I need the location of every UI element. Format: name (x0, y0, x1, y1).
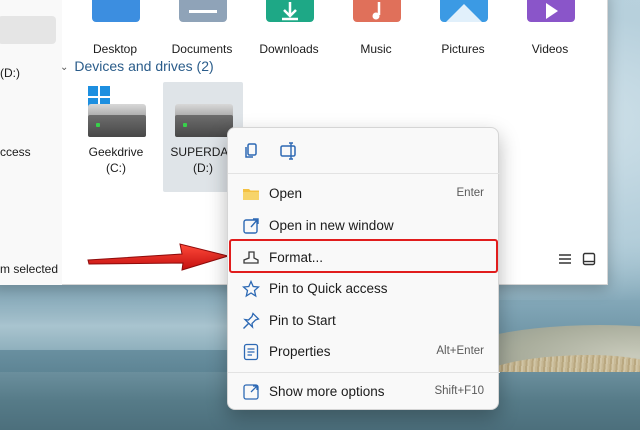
drive-c[interactable]: Geekdrive (C:) (76, 82, 156, 192)
view-toggle (552, 250, 596, 266)
devices-and-drives-header[interactable]: ⌄ Devices and drives (2) (60, 58, 214, 78)
menu-item-label: Show more options (269, 384, 385, 399)
menu-item-label: Open in new window (269, 218, 394, 233)
downloads-folder-icon (266, 0, 314, 22)
menu-item-label: Pin to Start (269, 313, 336, 328)
folder-documents[interactable]: Documents (159, 0, 245, 60)
folder-pictures[interactable]: Pictures (420, 0, 506, 60)
folder-label: Documents (171, 42, 233, 56)
nav-item-quick-access[interactable]: ccess (0, 145, 31, 159)
desktop-folder-icon (92, 0, 140, 22)
menu-item-label: Properties (269, 344, 331, 359)
menu-item-shortcut: Shift+F10 (434, 385, 484, 397)
chevron-down-icon: ⌄ (60, 62, 69, 73)
details-view-icon[interactable] (558, 252, 572, 266)
star-pin-icon (241, 279, 261, 298)
hard-drive-icon (88, 115, 146, 137)
folder-downloads[interactable]: Downloads (246, 0, 332, 60)
folder-music[interactable]: Music (333, 0, 419, 60)
pin-icon (242, 312, 260, 330)
drive-name: Geekdrive (88, 145, 144, 159)
copy-icon[interactable] (240, 140, 262, 162)
drive-letter: (C:) (106, 161, 126, 175)
folder-label: Pictures (441, 42, 485, 56)
wallpaper-shore (0, 290, 240, 350)
menu-item-shortcut: Enter (456, 187, 485, 199)
properties-icon (242, 343, 260, 361)
documents-folder-icon (179, 0, 227, 22)
folder-label: Downloads (259, 42, 319, 56)
folder-label: Videos (531, 42, 569, 56)
menu-item-label: Open (269, 186, 303, 201)
folder-label: Desktop (92, 42, 138, 56)
menu-item-properties[interactable]: Properties Alt+Enter (232, 337, 494, 367)
pictures-folder-icon (440, 0, 488, 22)
folder-desktop[interactable]: Desktop (72, 0, 158, 60)
hard-drive-icon (175, 115, 233, 137)
menu-divider (228, 372, 500, 373)
menu-divider (228, 173, 500, 174)
menu-item-shortcut: Alt+Enter (436, 345, 484, 357)
red-arrow-annotation (87, 243, 230, 271)
music-folder-icon (353, 0, 401, 22)
status-bar-text: m selected (0, 262, 59, 276)
section-header-label: Devices and drives (2) (74, 58, 214, 74)
nav-selected-item[interactable] (0, 16, 56, 44)
large-icons-view-icon[interactable] (582, 252, 596, 266)
menu-item-open-new-window[interactable]: Open in new window (232, 211, 494, 241)
videos-folder-icon (527, 0, 575, 22)
folder-videos[interactable]: Videos (507, 0, 593, 60)
rename-icon[interactable] (278, 140, 300, 162)
more-options-icon (242, 383, 260, 401)
context-menu-quick-actions (228, 128, 500, 174)
folder-label: Music (360, 42, 392, 56)
folder-open-icon (242, 185, 260, 203)
drive-label: Geekdrive (C:) (76, 144, 156, 176)
nav-item-drive-d[interactable]: (D:) (0, 66, 20, 80)
menu-item-pin-start[interactable]: Pin to Start (232, 306, 494, 336)
menu-item-pin-quick-access[interactable]: Pin to Quick access (232, 274, 494, 304)
menu-item-label: Pin to Quick access (269, 281, 388, 296)
open-new-window-icon (242, 217, 260, 235)
navigation-pane: (D:) ccess (0, 0, 62, 285)
red-highlight-box (229, 239, 498, 273)
menu-item-open[interactable]: Open Enter (232, 179, 494, 209)
menu-item-show-more-options[interactable]: Show more options Shift+F10 (232, 377, 494, 407)
